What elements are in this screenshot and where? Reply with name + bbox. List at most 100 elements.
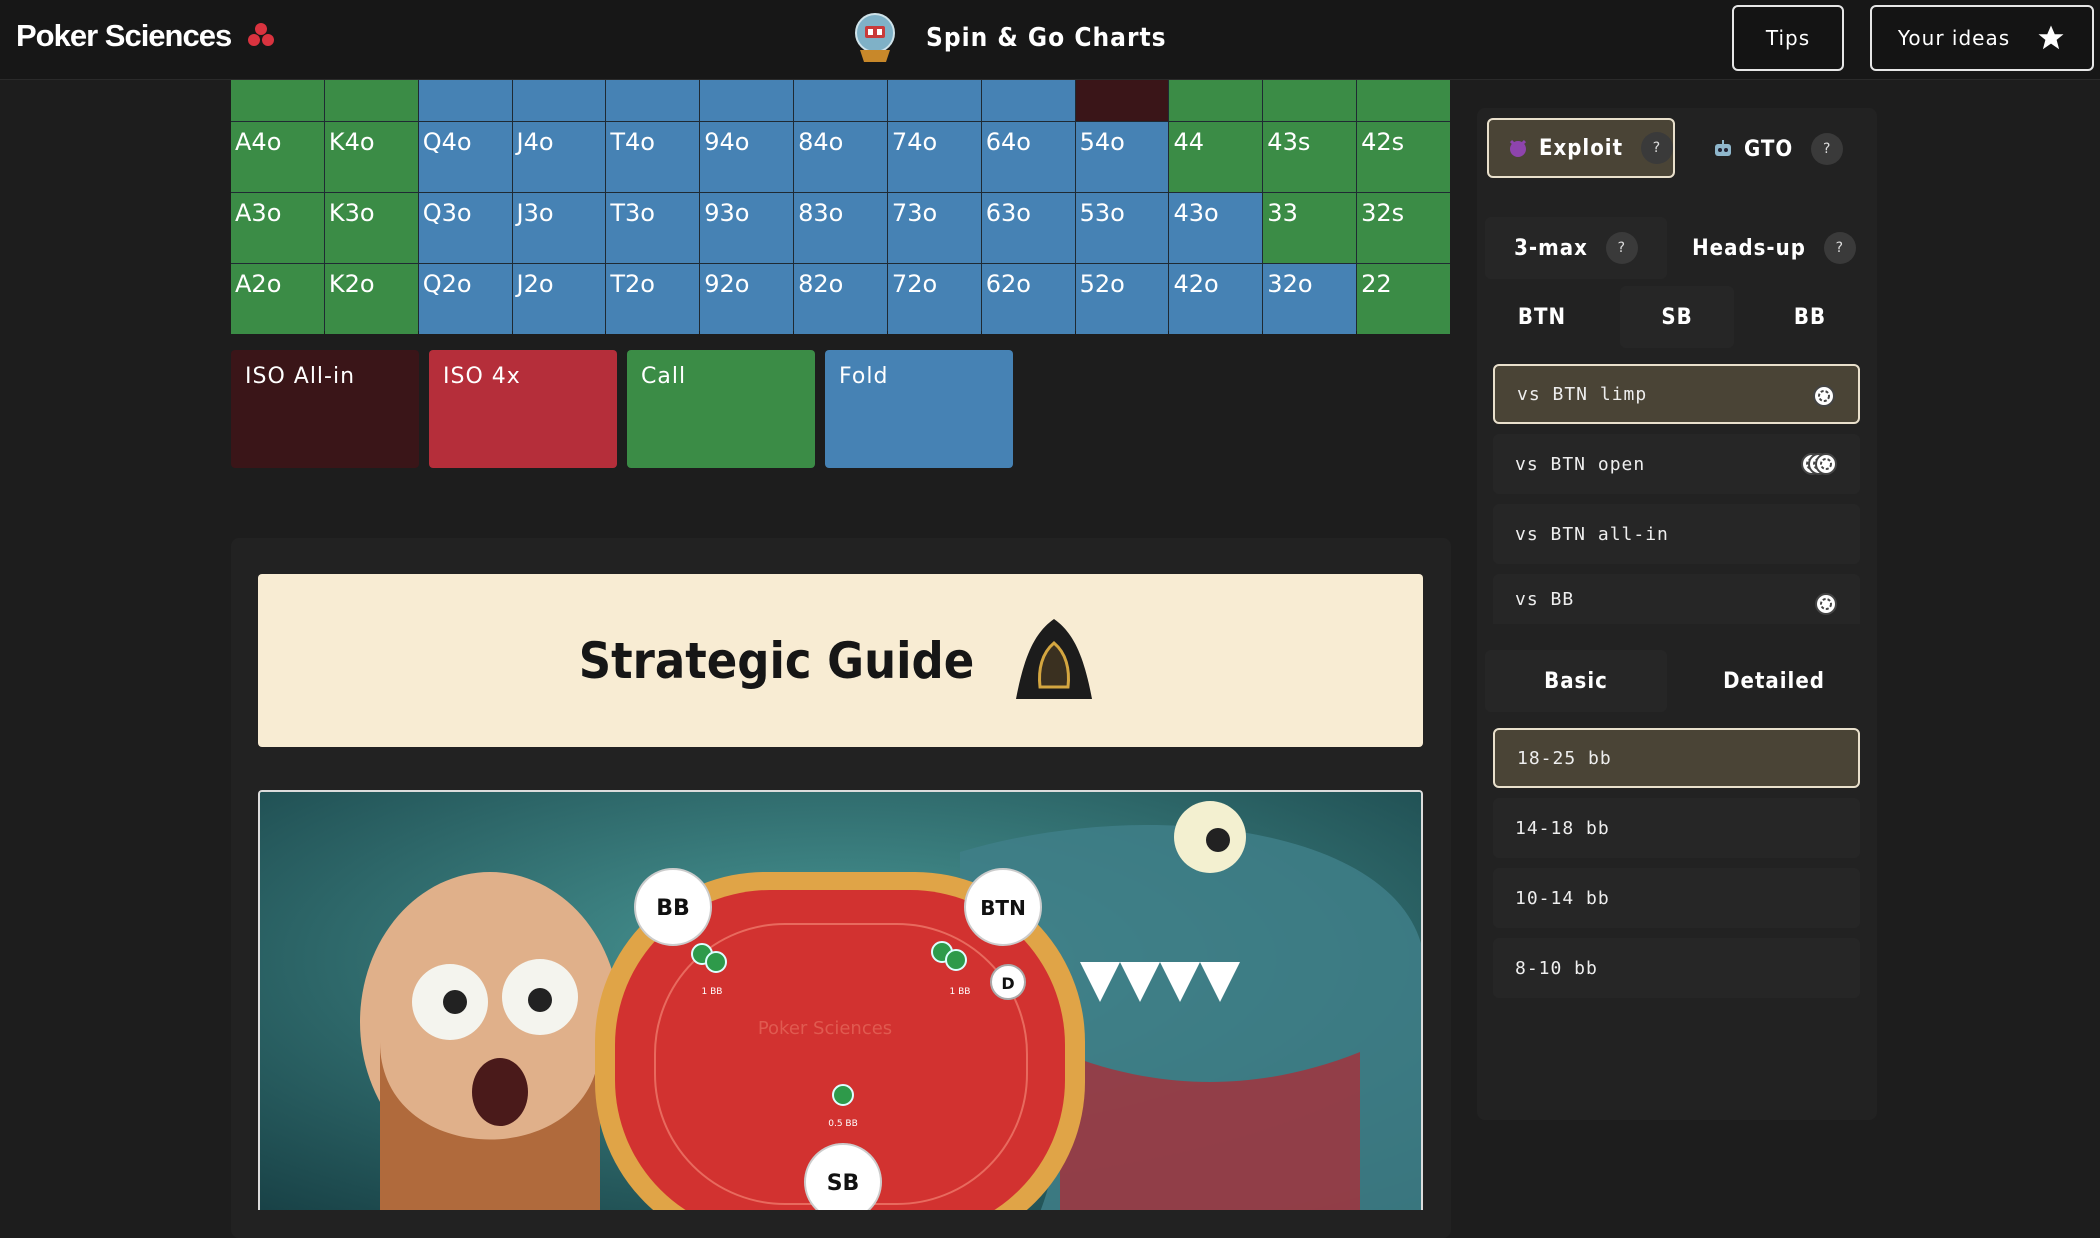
brand[interactable]: Poker Sciences: [16, 18, 275, 54]
hand-cell[interactable]: 42s: [1357, 122, 1450, 192]
hand-cell[interactable]: [887, 80, 981, 121]
situation-label: vs BTN all-in: [1515, 523, 1669, 545]
hand-cell[interactable]: [606, 80, 700, 121]
hand-cell[interactable]: 63o: [981, 193, 1075, 263]
hand-cell[interactable]: 92o: [700, 264, 794, 334]
hand-cell[interactable]: T2o: [606, 264, 700, 334]
heads-up-help-icon[interactable]: ?: [1823, 232, 1856, 264]
hand-cell[interactable]: 73o: [887, 193, 981, 263]
tips-label: Tips: [1765, 26, 1811, 50]
stack-option[interactable]: 14-18 bb: [1493, 798, 1860, 858]
hand-cell[interactable]: Q2o: [418, 264, 512, 334]
hand-cell[interactable]: 42o: [1169, 264, 1263, 334]
seat-btn-label: BTN: [980, 896, 1026, 920]
strategic-guide-header: Strategic Guide: [258, 574, 1423, 747]
legend-item-call: Call: [627, 350, 815, 468]
3-max-help-icon[interactable]: ?: [1605, 232, 1638, 264]
hand-cell[interactable]: A3o: [231, 193, 324, 263]
hand-cell[interactable]: [324, 80, 418, 121]
btn-bet-amount: 1 BB: [950, 987, 971, 997]
poker-chip-icon: [1812, 384, 1836, 413]
hand-cell[interactable]: [418, 80, 512, 121]
hand-cell[interactable]: K4o: [324, 122, 418, 192]
hand-cell[interactable]: [1169, 80, 1263, 121]
hand-cell[interactable]: J3o: [512, 193, 606, 263]
stack-option[interactable]: 8-10 bb: [1493, 938, 1860, 998]
hand-cell[interactable]: 62o: [981, 264, 1075, 334]
stack-option[interactable]: 10-14 bb: [1493, 868, 1860, 928]
tips-button[interactable]: Tips: [1732, 5, 1844, 71]
table-felt-text: Poker Sciences: [758, 1018, 892, 1039]
exploit-help-icon[interactable]: ?: [1641, 132, 1673, 164]
stack-option[interactable]: 18-25 bb: [1493, 728, 1860, 788]
situation-vs-btn-open[interactable]: vs BTN open: [1493, 434, 1860, 494]
page-title-group: Spin & Go Charts: [852, 12, 1167, 64]
tab-position-bb[interactable]: BB: [1753, 286, 1867, 348]
hand-cell[interactable]: [512, 80, 606, 121]
tab-position-btn[interactable]: BTN: [1485, 286, 1599, 348]
hand-cell[interactable]: 64o: [981, 122, 1075, 192]
hand-cell[interactable]: 22: [1357, 264, 1450, 334]
hand-cell[interactable]: [1075, 80, 1169, 121]
situation-vs-btn-limp[interactable]: vs BTN limp: [1493, 364, 1860, 424]
hand-cell[interactable]: 74o: [887, 122, 981, 192]
hand-cell[interactable]: 83o: [794, 193, 887, 263]
tab-detailed[interactable]: Detailed: [1683, 650, 1865, 712]
situation-vs-bb[interactable]: vs BB: [1493, 574, 1860, 624]
hand-cell[interactable]: 44: [1169, 122, 1263, 192]
tab-basic-label: Basic: [1544, 668, 1608, 694]
your-ideas-button[interactable]: Your ideas: [1870, 5, 2094, 71]
hand-cell[interactable]: [231, 80, 324, 121]
tab-basic[interactable]: Basic: [1485, 650, 1667, 712]
star-icon: [2038, 25, 2064, 50]
hand-cell[interactable]: K2o: [324, 264, 418, 334]
hand-cell[interactable]: 32s: [1357, 193, 1450, 263]
hand-cell[interactable]: [1357, 80, 1450, 121]
dealer-label: D: [1001, 974, 1014, 993]
hand-cell[interactable]: J4o: [512, 122, 606, 192]
hand-cell[interactable]: [1263, 80, 1357, 121]
hand-cell[interactable]: [981, 80, 1075, 121]
hand-cell[interactable]: K3o: [324, 193, 418, 263]
tab-heads-up-label: Heads-up: [1692, 235, 1806, 261]
tab-exploit[interactable]: Exploit ?: [1487, 118, 1675, 178]
hand-cell[interactable]: A2o: [231, 264, 324, 334]
hand-cell[interactable]: 82o: [794, 264, 887, 334]
hand-cell[interactable]: [794, 80, 887, 121]
hand-cell[interactable]: 52o: [1075, 264, 1169, 334]
gto-help-icon[interactable]: ?: [1811, 133, 1844, 165]
tab-position-sb[interactable]: SB: [1620, 286, 1734, 348]
hand-cell[interactable]: 43s: [1263, 122, 1357, 192]
hand-cell[interactable]: 33: [1263, 193, 1357, 263]
your-ideas-label: Your ideas: [1897, 26, 2011, 50]
hand-cell[interactable]: Q3o: [418, 193, 512, 263]
hand-cell[interactable]: 53o: [1075, 193, 1169, 263]
hand-cell[interactable]: A4o: [231, 122, 324, 192]
guide-illustration: Poker Sciences 1 BB 1 BB 0.5 BB BB BTN D: [258, 790, 1423, 1210]
hand-cell[interactable]: 94o: [700, 122, 794, 192]
strategic-guide-title: Strategic Guide: [578, 631, 975, 690]
top-bar: Poker Sciences Spin & Go Charts Tips You…: [0, 0, 2100, 80]
tab-heads-up[interactable]: Heads-up ?: [1683, 217, 1865, 279]
hand-cell[interactable]: 32o: [1263, 264, 1357, 334]
situation-vs-btn-all-in[interactable]: vs BTN all-in: [1493, 504, 1860, 564]
hand-cell[interactable]: Q4o: [418, 122, 512, 192]
legend-item-iso-all-in: ISO All-in: [231, 350, 419, 468]
crystal-ball-icon: [855, 13, 895, 62]
hand-cell[interactable]: 43o: [1169, 193, 1263, 263]
tab-3-max[interactable]: 3-max ?: [1485, 217, 1667, 279]
seat-bb: BB: [634, 868, 712, 946]
hand-cell[interactable]: 93o: [700, 193, 794, 263]
hand-cell[interactable]: [700, 80, 794, 121]
hand-cell[interactable]: T3o: [606, 193, 700, 263]
hand-cell[interactable]: T4o: [606, 122, 700, 192]
hand-cell[interactable]: 84o: [794, 122, 887, 192]
tab-gto-label: GTO: [1744, 136, 1794, 162]
tab-exploit-label: Exploit: [1538, 135, 1624, 161]
hand-cell[interactable]: 72o: [887, 264, 981, 334]
hand-cell[interactable]: J2o: [512, 264, 606, 334]
poker-table-illustration: Poker Sciences 1 BB 1 BB 0.5 BB BB BTN D: [260, 792, 1421, 1210]
tab-gto[interactable]: GTO ?: [1712, 118, 1872, 180]
hand-cell[interactable]: 54o: [1075, 122, 1169, 192]
action-legend: ISO All-in ISO 4x Call Fold: [231, 350, 1013, 468]
